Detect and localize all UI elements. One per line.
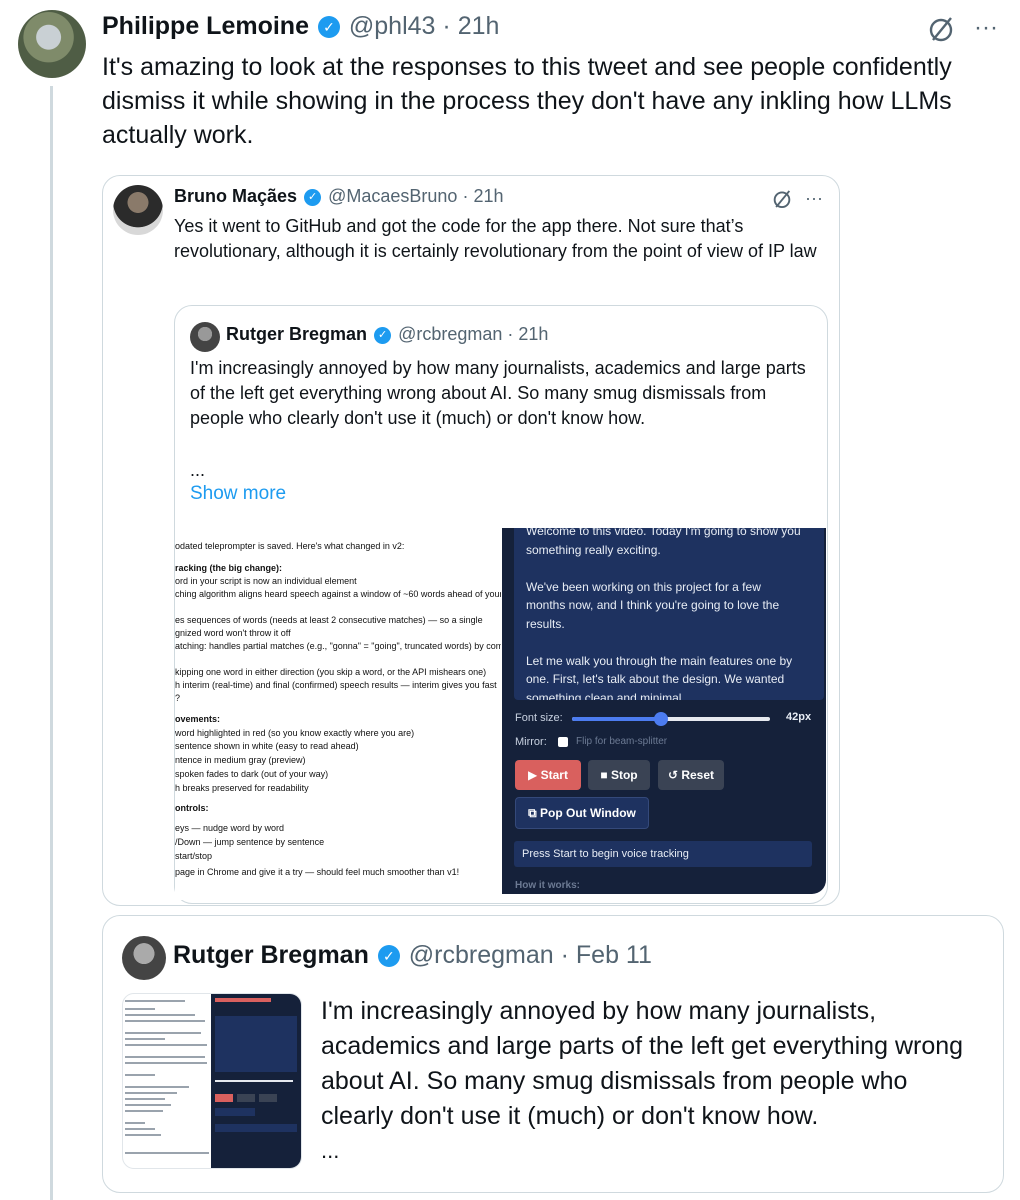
changelog-line: h breaks preserved for readability bbox=[175, 783, 309, 793]
avatar-rutger-feb[interactable] bbox=[122, 936, 166, 980]
separator: · bbox=[507, 324, 514, 344]
script-line: something clean and minimal bbox=[526, 690, 682, 701]
stop-button[interactable]: ■ Stop bbox=[588, 760, 650, 790]
quote3-ellipsis: ... bbox=[321, 1138, 340, 1163]
changelog-line: start/stop bbox=[175, 851, 213, 861]
changelog-line: odated teleprompter is saved. Here's wha… bbox=[175, 541, 405, 551]
script-line: Welcome to this video. Today I'm going t… bbox=[526, 528, 801, 538]
mirror-checkbox[interactable] bbox=[558, 737, 568, 747]
font-size-label: Font size: bbox=[515, 712, 563, 724]
quote2-text: I'm increasingly annoyed by how many jou… bbox=[190, 358, 806, 428]
changelog-line: h interim (real-time) and final (confirm… bbox=[175, 680, 497, 690]
changelog-line: ontrols: bbox=[175, 803, 209, 813]
changelog-line: spoken fades to dark (out of your way) bbox=[175, 769, 329, 779]
verified-badge-icon: ✓ bbox=[304, 188, 322, 206]
thumb-left bbox=[123, 994, 211, 1168]
more-icon[interactable]: ··· bbox=[966, 8, 1006, 48]
main-tweet-header: Philippe Lemoine ✓ @phl43 · 21h bbox=[102, 12, 499, 41]
attached-image-left[interactable]: odated teleprompter is saved. Here's wha… bbox=[175, 528, 501, 900]
quote3-time[interactable]: Feb 11 bbox=[576, 941, 652, 969]
quote2-time[interactable]: 21h bbox=[518, 324, 548, 344]
script-line: months now, and I think you're going to … bbox=[526, 598, 780, 612]
quote1-header: Bruno Maçães ✓ @MacaesBruno · 21h bbox=[174, 186, 504, 207]
changelog-line: sentence shown in white (easy to read ah… bbox=[175, 741, 359, 751]
changelog-line: es sequences of words (needs at least 2 … bbox=[175, 615, 483, 625]
changelog-line: /Down — jump sentence by sentence bbox=[175, 837, 325, 847]
changelog-line: eys — nudge word by word bbox=[175, 823, 285, 833]
mirror-label: Mirror: bbox=[515, 736, 547, 748]
avatar-rutger[interactable] bbox=[190, 322, 220, 352]
how-it-works-label: How it works: bbox=[515, 880, 581, 891]
script-line: one. First, let's talk about the design.… bbox=[526, 672, 785, 686]
quote2-header: Rutger Bregman ✓ @rcbregman · 21h bbox=[226, 324, 548, 345]
quote3-text: I'm increasingly annoyed by how many jou… bbox=[321, 997, 964, 1130]
grok-icon[interactable] bbox=[770, 188, 794, 212]
status-text: Press Start to begin voice tracking bbox=[522, 848, 689, 860]
changelog-line: ovements: bbox=[175, 714, 221, 724]
quote1-time[interactable]: 21h bbox=[473, 186, 503, 206]
changelog-line: kipping one word in either direction (yo… bbox=[175, 667, 487, 677]
changelog-line: ord in your script is now an individual … bbox=[175, 576, 357, 586]
slider-fill bbox=[572, 717, 662, 721]
quote3-handle[interactable]: @rcbregman bbox=[409, 941, 554, 969]
quote3-thumbnail[interactable] bbox=[122, 993, 302, 1169]
separator: · bbox=[442, 12, 451, 40]
quote2-author-name[interactable]: Rutger Bregman bbox=[226, 324, 367, 344]
slider-thumb[interactable] bbox=[654, 712, 669, 726]
changelog-line: racking (the big change): bbox=[175, 563, 283, 573]
show-more-link[interactable]: Show more bbox=[190, 483, 286, 505]
verified-badge-icon: ✓ bbox=[317, 16, 340, 39]
font-size-slider[interactable] bbox=[572, 712, 770, 726]
quote3-header: Rutger Bregman ✓ @rcbregman · Feb 11 bbox=[173, 941, 652, 970]
changelog-line: atching: handles partial matches (e.g., … bbox=[175, 641, 501, 651]
script-line: We've been working on this project for a… bbox=[526, 579, 761, 594]
script-line: Let me walk you through the main feature… bbox=[526, 653, 793, 668]
mirror-hint: Flip for beam-splitter bbox=[576, 736, 668, 747]
verified-badge-icon: ✓ bbox=[374, 326, 392, 344]
reset-button[interactable]: ↺ Reset bbox=[658, 760, 724, 790]
script-text-box: Welcome to this video. Today I'm going t… bbox=[514, 528, 824, 700]
attached-image-teleprompter[interactable]: Welcome to this video. Today I'm going t… bbox=[502, 528, 826, 894]
verified-badge-icon: ✓ bbox=[377, 945, 400, 968]
status-bar: Press Start to begin voice tracking bbox=[514, 841, 812, 867]
quote1-author-name[interactable]: Bruno Maçães bbox=[174, 186, 297, 206]
script-line bbox=[526, 559, 812, 578]
changelog-line: ntence in medium gray (preview) bbox=[175, 755, 306, 765]
main-tweet-text: It's amazing to look at the responses to… bbox=[102, 53, 952, 149]
popout-window-button[interactable]: ⧉ Pop Out Window bbox=[515, 797, 649, 829]
changelog-line: word highlighted in red (so you know exa… bbox=[175, 728, 415, 738]
changelog-line: gnized word won't throw it off bbox=[175, 628, 291, 638]
quote3-author-name[interactable]: Rutger Bregman bbox=[173, 941, 369, 969]
quote1-handle[interactable]: @MacaesBruno bbox=[328, 186, 457, 206]
start-button[interactable]: ▶ Start bbox=[515, 760, 581, 790]
changelog-line: ? bbox=[175, 693, 181, 703]
script-line bbox=[526, 633, 812, 652]
more-icon[interactable]: ··· bbox=[800, 184, 828, 212]
thread-line bbox=[50, 86, 53, 1200]
changelog-line: ching algorithm aligns heard speech agai… bbox=[175, 589, 501, 599]
avatar-bruno[interactable] bbox=[113, 185, 163, 235]
separator: · bbox=[462, 186, 469, 206]
script-line: results. bbox=[526, 616, 565, 631]
changelog-line: page in Chrome and give it a try — shoul… bbox=[175, 867, 460, 877]
quote1-text: Yes it went to GitHub and got the code f… bbox=[174, 216, 817, 261]
author-name[interactable]: Philippe Lemoine bbox=[102, 12, 309, 40]
script-line: something really exciting. bbox=[526, 542, 661, 557]
tweet-time[interactable]: 21h bbox=[458, 12, 500, 40]
avatar-philippe[interactable] bbox=[18, 10, 86, 78]
author-handle[interactable]: @phl43 bbox=[349, 12, 436, 40]
thumb-right bbox=[211, 994, 301, 1168]
grok-icon[interactable] bbox=[922, 14, 960, 52]
font-size-value: 42px bbox=[786, 711, 812, 723]
quote2-handle[interactable]: @rcbregman bbox=[398, 324, 502, 344]
separator: · bbox=[560, 941, 569, 969]
quote2-ellipsis: ... bbox=[190, 460, 206, 480]
